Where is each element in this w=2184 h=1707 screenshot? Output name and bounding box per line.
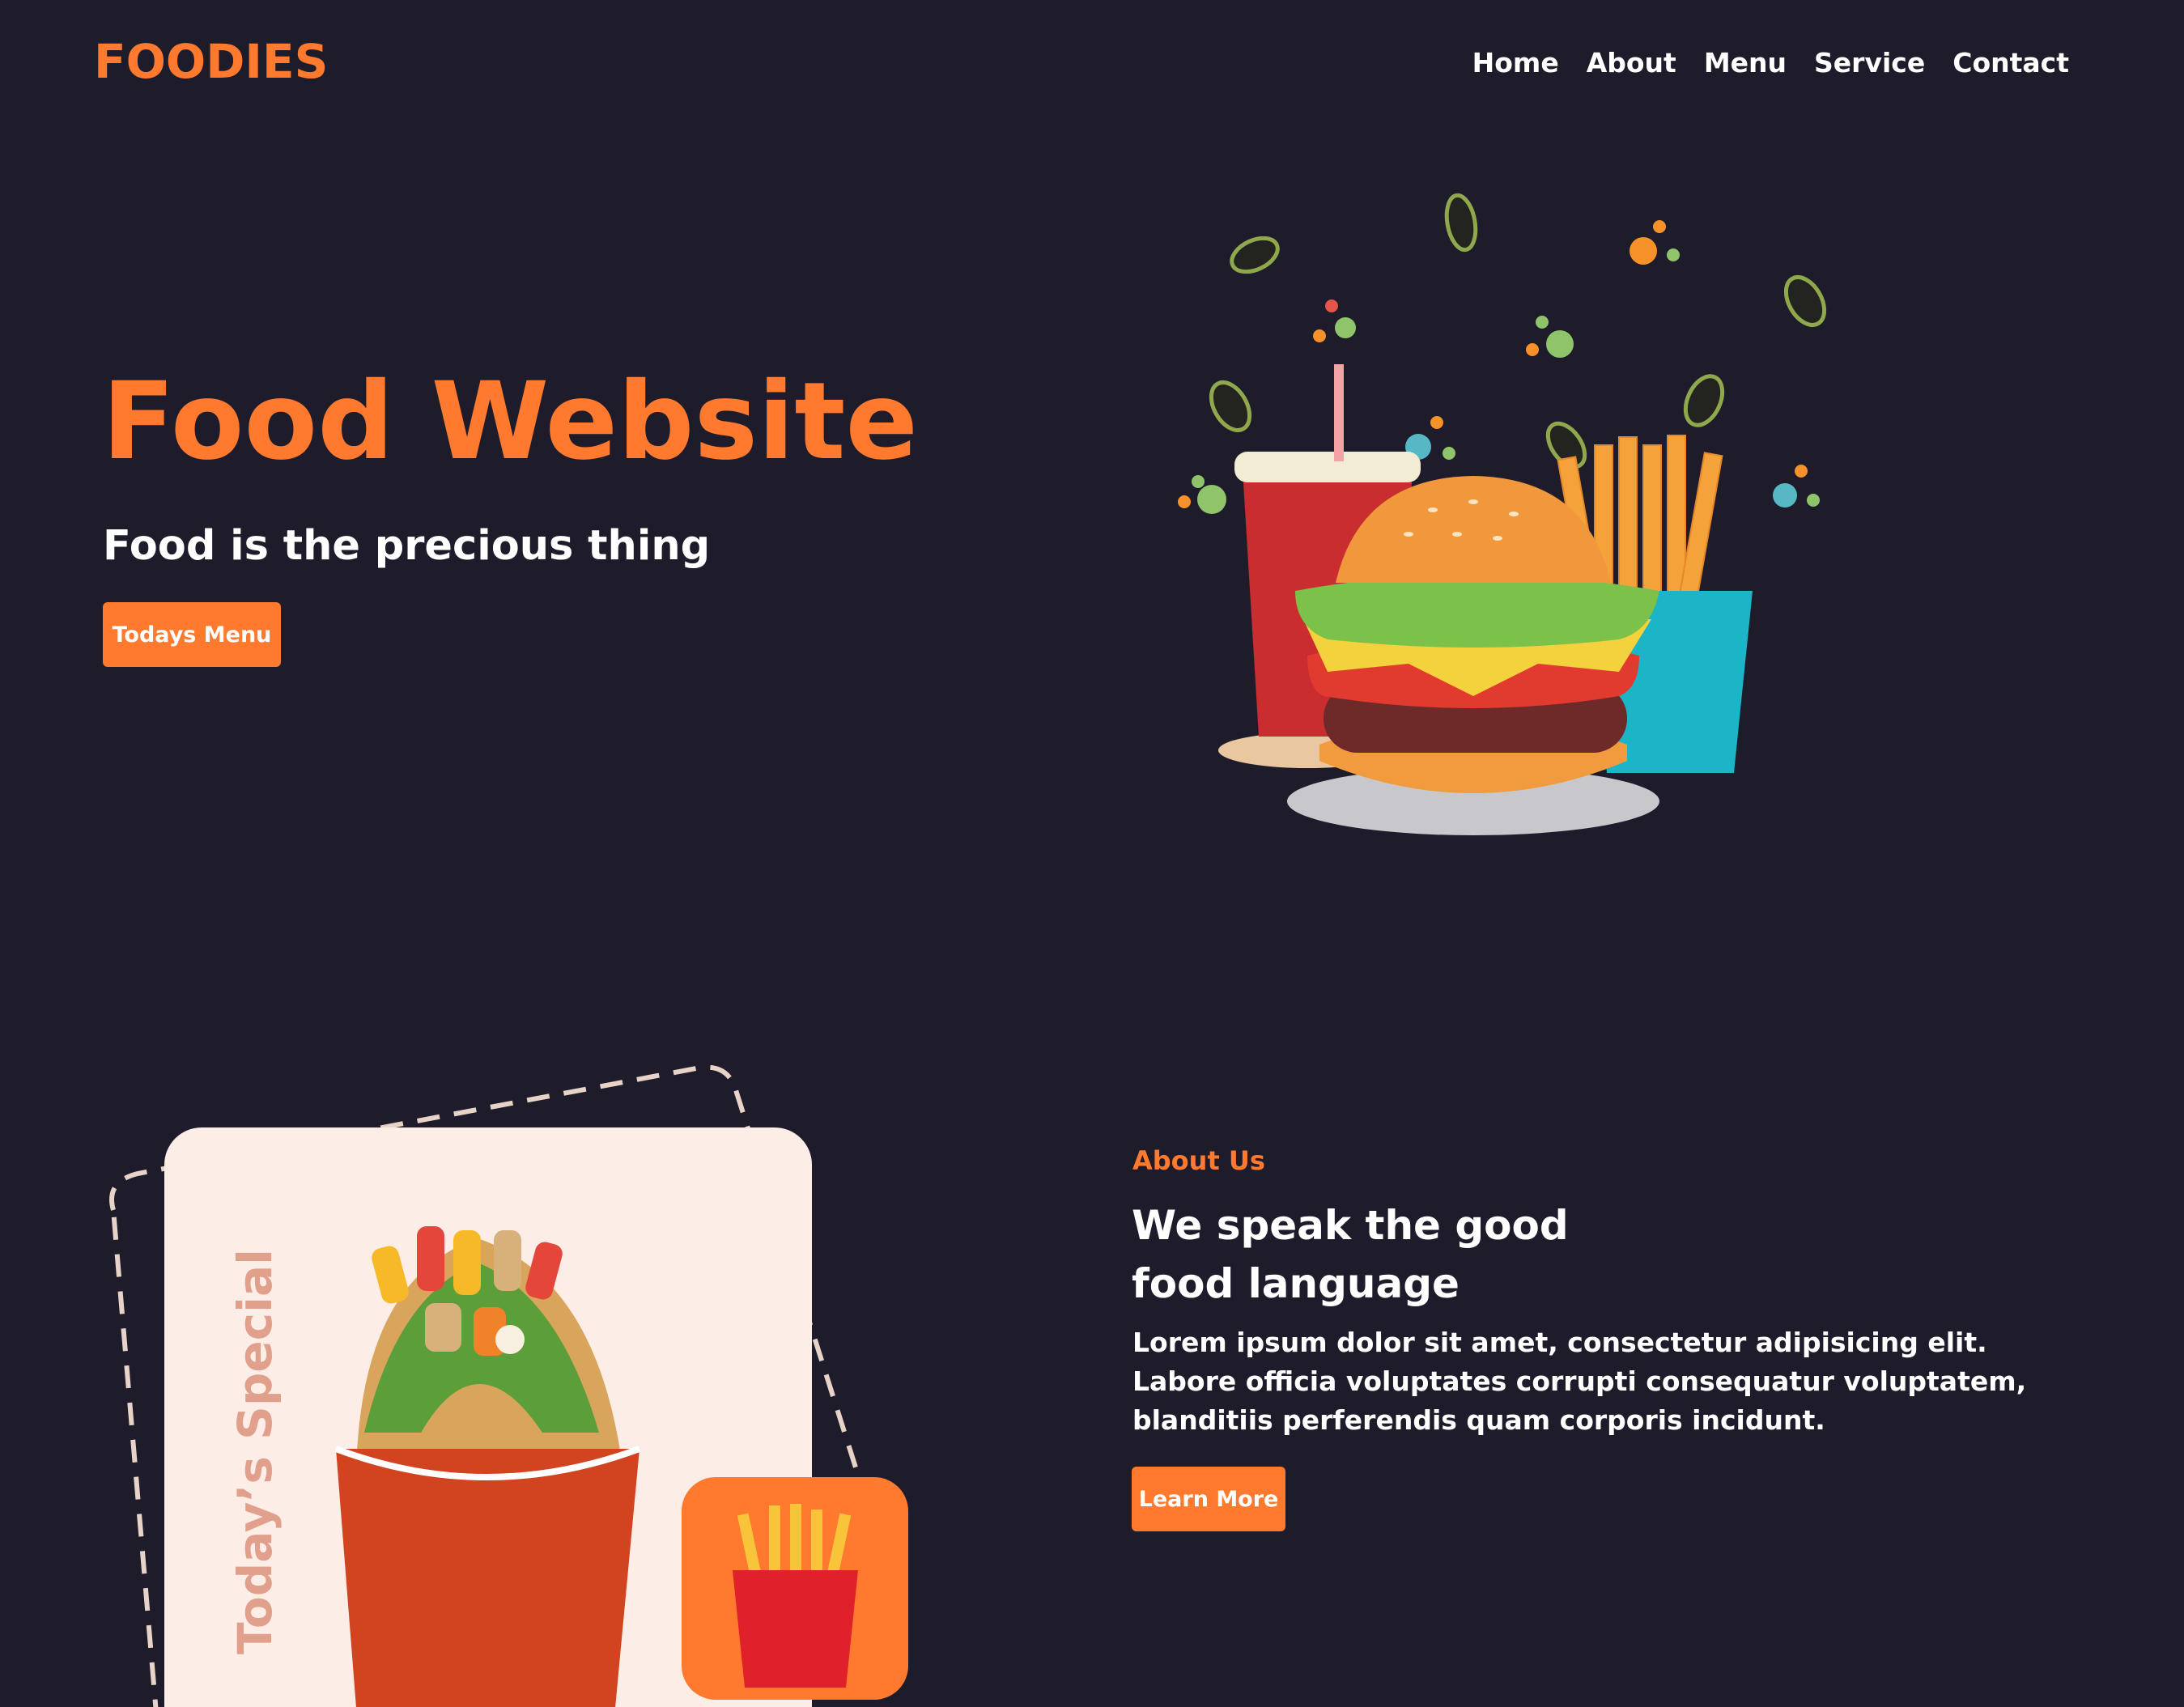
about-heading-line2: food language xyxy=(1132,1260,1460,1307)
nav-link-service[interactable]: Service xyxy=(1814,47,1925,79)
about-heading-line1: We speak the good xyxy=(1132,1202,1569,1249)
nav-link-home[interactable]: Home xyxy=(1472,47,1559,79)
burger-combo-illustration xyxy=(1178,193,1827,835)
about-heading: We speak the good food language xyxy=(1132,1196,1569,1313)
todays-menu-button[interactable]: Todays Menu xyxy=(103,602,281,667)
learn-more-button[interactable]: Learn More xyxy=(1132,1467,1285,1531)
main-nav: Home About Menu Service Contact xyxy=(1472,47,2069,79)
hero-subtitle: Food is the precious thing xyxy=(103,522,711,570)
nav-link-contact[interactable]: Contact xyxy=(1952,47,2069,79)
about-paragraph: Lorem ipsum dolor sit amet, consectetur … xyxy=(1132,1327,2027,1436)
about-kicker: About Us xyxy=(1132,1145,1265,1176)
todays-special-card: Today’s Special xyxy=(109,1064,908,1707)
brand-logo[interactable]: FOODIES xyxy=(94,34,328,89)
hero-title: Food Website xyxy=(102,359,918,484)
nav-link-menu[interactable]: Menu xyxy=(1704,47,1787,79)
nav-link-about[interactable]: About xyxy=(1587,47,1676,79)
todays-special-label: Today’s Special xyxy=(227,1249,283,1654)
